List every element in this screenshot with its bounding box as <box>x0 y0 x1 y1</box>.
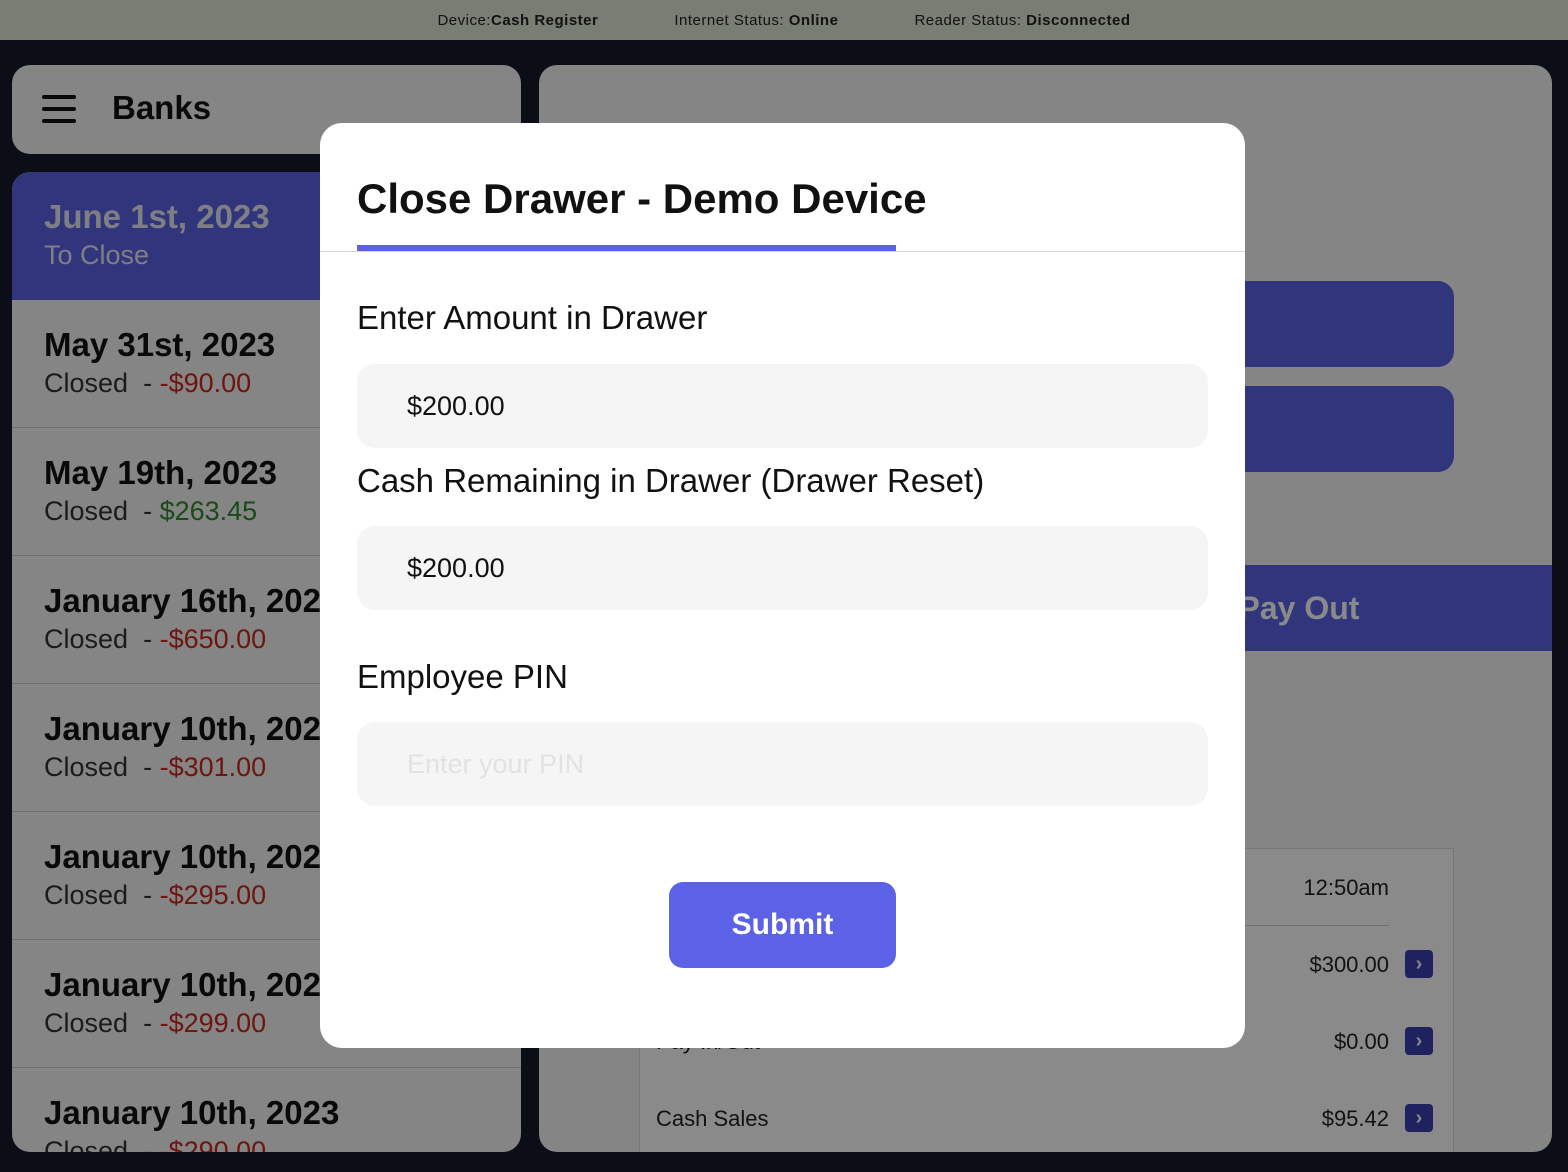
submit-button[interactable]: Submit <box>669 882 896 968</box>
employee-pin-input[interactable] <box>357 722 1208 806</box>
close-drawer-modal: Close Drawer - Demo Device Enter Amount … <box>320 123 1245 1048</box>
modal-divider <box>320 251 1245 252</box>
amount-in-drawer-label: Enter Amount in Drawer <box>357 299 708 336</box>
employee-pin-label: Employee PIN <box>357 658 568 695</box>
modal-title: Close Drawer - Demo Device <box>357 175 927 222</box>
cash-remaining-label: Cash Remaining in Drawer (Drawer Reset) <box>357 462 985 499</box>
amount-in-drawer-input[interactable] <box>357 364 1208 448</box>
cash-remaining-input[interactable] <box>357 526 1208 610</box>
